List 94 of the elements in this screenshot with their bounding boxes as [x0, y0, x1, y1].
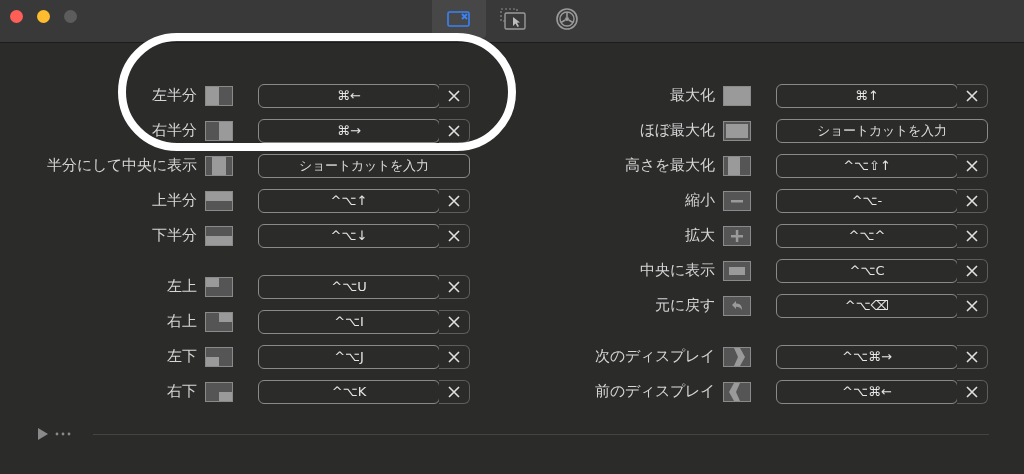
shortcut-field[interactable]: ^⌥⇧↑ [776, 153, 958, 178]
almost-maximize-icon [723, 120, 751, 141]
action-label: 半分にして中央に表示 [46, 156, 197, 175]
action-label: ほぼ最大化 [639, 121, 715, 140]
action-label: 拡大 [684, 226, 715, 245]
close-icon [448, 229, 460, 242]
clear-button[interactable] [957, 223, 988, 248]
clear-button[interactable] [957, 258, 988, 283]
action-label: 前のディスプレイ [594, 382, 715, 401]
close-icon [448, 385, 460, 398]
window-icon [447, 10, 471, 28]
bottom-left-icon [205, 346, 233, 367]
close-icon [448, 124, 460, 137]
clear-button[interactable] [439, 223, 470, 248]
close-icon [448, 350, 460, 363]
action-label: 左下 [166, 347, 197, 366]
next-display-icon [723, 346, 751, 367]
shortcut-field[interactable]: ^⌥⌘← [776, 379, 958, 404]
clear-button[interactable] [439, 344, 470, 369]
shortcut-field[interactable]: ショートカットを入力 [776, 118, 988, 143]
shortcut-field[interactable]: ^⌥↑ [258, 188, 440, 213]
close-icon [966, 159, 978, 172]
clear-button[interactable] [957, 153, 988, 178]
clear-button[interactable] [957, 379, 988, 404]
action-label: 最大化 [669, 86, 715, 105]
shortcut-field[interactable]: ^⌥J [258, 344, 440, 369]
close-icon [448, 280, 460, 293]
clear-button[interactable] [957, 293, 988, 318]
toolbar-tab[interactable] [432, 0, 486, 38]
action-label: 次のディスプレイ [594, 347, 715, 366]
clear-button[interactable] [439, 274, 470, 299]
clear-button[interactable] [439, 188, 470, 213]
clear-button[interactable] [957, 188, 988, 213]
shortcut-field[interactable]: ^⌥⌫ [776, 293, 958, 318]
shortcut-field[interactable]: ^⌥^ [776, 223, 958, 248]
disclosure-triangle-icon[interactable] [37, 428, 49, 440]
action-label: 中央に表示 [639, 261, 715, 280]
gear-icon [555, 7, 579, 31]
center-icon [723, 260, 751, 281]
action-label: 下半分 [151, 226, 197, 245]
action-label: 左半分 [151, 86, 197, 105]
right-half-icon [205, 120, 233, 141]
shortcut-field[interactable]: ⌘→ [258, 118, 440, 143]
close-icon [966, 264, 978, 277]
left-half-icon [205, 85, 233, 106]
close-icon [966, 350, 978, 363]
clear-button[interactable] [439, 118, 470, 143]
shortcut-field[interactable]: ショートカットを入力 [258, 153, 470, 178]
close-icon [966, 229, 978, 242]
cursor-window-icon [500, 8, 526, 30]
restore-icon [723, 295, 751, 316]
center-half-icon [205, 155, 233, 176]
shortcut-field[interactable]: ^⌥↓ [258, 223, 440, 248]
action-label: 右半分 [151, 121, 197, 140]
close-icon [448, 194, 460, 207]
close-icon [448, 315, 460, 328]
close-icon [966, 299, 978, 312]
close-icon [448, 89, 460, 102]
action-label: 右下 [166, 382, 197, 401]
close-icon [966, 385, 978, 398]
maximize-height-icon [723, 155, 751, 176]
close-button[interactable] [10, 10, 23, 23]
shortcut-field[interactable]: ^⌥⌘→ [776, 344, 958, 369]
clear-button[interactable] [957, 344, 988, 369]
close-icon [966, 89, 978, 102]
clear-button[interactable] [439, 83, 470, 108]
maximize-icon [723, 85, 751, 106]
top-half-icon [205, 190, 233, 211]
shortcut-field[interactable]: ^⌥U [258, 274, 440, 299]
minimize-button[interactable] [37, 10, 50, 23]
smaller-icon [723, 190, 751, 211]
close-icon [966, 194, 978, 207]
shortcut-field[interactable]: ⌘← [258, 83, 440, 108]
bottom-half-icon [205, 225, 233, 246]
shortcut-field[interactable]: ⌘↑ [776, 83, 958, 108]
action-label: 上半分 [151, 191, 197, 210]
action-label: 右上 [166, 312, 197, 331]
more-icon[interactable] [55, 432, 71, 436]
top-left-icon [205, 276, 233, 297]
shortcut-field[interactable]: ^⌥I [258, 309, 440, 334]
action-label: 縮小 [684, 191, 715, 210]
clear-button[interactable] [439, 379, 470, 404]
shortcut-field[interactable]: ^⌥C [776, 258, 958, 283]
shortcut-field[interactable]: ^⌥- [776, 188, 958, 213]
larger-icon [723, 225, 751, 246]
shortcut-field[interactable]: ^⌥K [258, 379, 440, 404]
action-label: 高さを最大化 [624, 156, 715, 175]
action-label: 元に戻す [654, 296, 715, 315]
previous-display-icon [723, 381, 751, 402]
action-label: 左上 [166, 277, 197, 296]
clear-button[interactable] [439, 309, 470, 334]
clear-button[interactable] [957, 83, 988, 108]
bottom-right-icon [205, 381, 233, 402]
top-right-icon [205, 311, 233, 332]
